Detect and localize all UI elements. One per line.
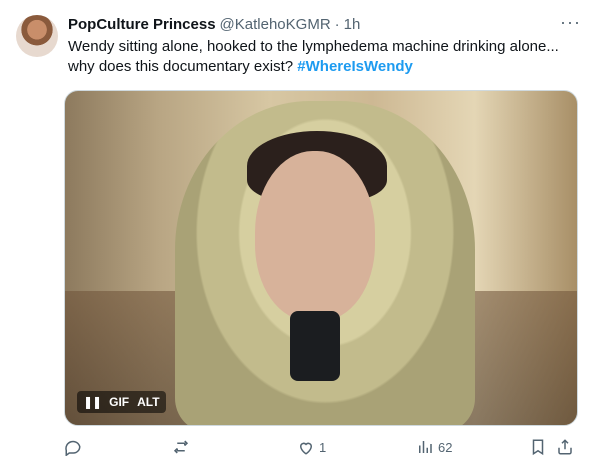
gif-badge[interactable]: ❚❚ GIF ALT [77,391,166,413]
retweet-icon [172,438,190,456]
bookmark-icon [529,438,547,456]
like-count: 1 [319,439,327,455]
separator-dot: · [334,15,340,33]
views-icon [416,438,434,456]
display-name[interactable]: PopCulture Princess [68,16,216,33]
reply-button[interactable] [64,437,86,457]
like-button[interactable]: 1 [297,437,326,457]
share-icon [556,438,574,456]
media-face [255,151,375,321]
like-icon [297,438,315,456]
tweet-text: Wendy sitting alone, hooked to the lymph… [68,37,578,77]
share-button[interactable] [556,437,574,457]
hashtag-link[interactable]: #WhereIsWendy [297,58,413,75]
timestamp[interactable]: 1h [344,16,361,33]
actions-bar: 1 62 [64,437,576,457]
tweet-card[interactable]: PopCulture Princess @KatlehoKGMR · 1h ··… [0,0,595,468]
gif-label: GIF [109,395,130,409]
retweet-button[interactable] [172,437,194,457]
views-button[interactable]: 62 [416,437,452,457]
alt-label[interactable]: ALT [137,395,159,409]
more-icon[interactable]: ··· [560,12,581,33]
reply-icon [64,438,82,456]
pause-icon[interactable]: ❚❚ [83,395,102,409]
media-gif[interactable]: ❚❚ GIF ALT [64,90,578,426]
avatar[interactable] [16,15,58,57]
handle[interactable]: @KatlehoKGMR [220,16,331,33]
tweet-header: PopCulture Princess @KatlehoKGMR · 1h [68,14,579,34]
media-shirt [290,311,340,381]
views-count: 62 [438,439,453,455]
bookmark-button[interactable] [529,437,547,457]
